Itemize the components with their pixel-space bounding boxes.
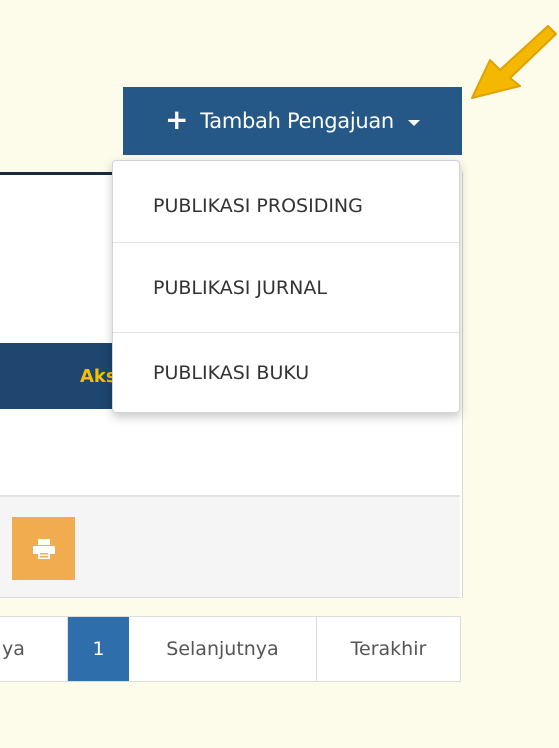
- pagination-last[interactable]: Terakhir: [317, 617, 460, 681]
- menu-item-publikasi-buku[interactable]: PUBLIKASI BUKU: [113, 333, 459, 413]
- caret-down-icon: [407, 119, 420, 126]
- menu-item-publikasi-prosiding[interactable]: PUBLIKASI PROSIDING: [113, 161, 459, 250]
- pagination-previous[interactable]: ya: [0, 617, 68, 681]
- pagination-page-1[interactable]: 1: [68, 617, 129, 681]
- menu-item-publikasi-jurnal[interactable]: PUBLIKASI JURNAL: [113, 243, 459, 332]
- submission-type-menu: PUBLIKASI PROSIDING PUBLIKASI JURNAL PUB…: [112, 160, 460, 413]
- add-submission-button[interactable]: + Tambah Pengajuan: [123, 87, 462, 155]
- pagination: ya 1 Selanjutnya Terakhir: [0, 616, 461, 682]
- table-row: [0, 409, 460, 497]
- annotation-arrow-icon: [471, 25, 557, 99]
- print-icon: [32, 538, 55, 559]
- print-button[interactable]: [12, 517, 75, 580]
- add-submission-label: Tambah Pengajuan: [200, 109, 394, 133]
- plus-icon: +: [165, 102, 189, 136]
- pagination-next[interactable]: Selanjutnya: [129, 617, 317, 681]
